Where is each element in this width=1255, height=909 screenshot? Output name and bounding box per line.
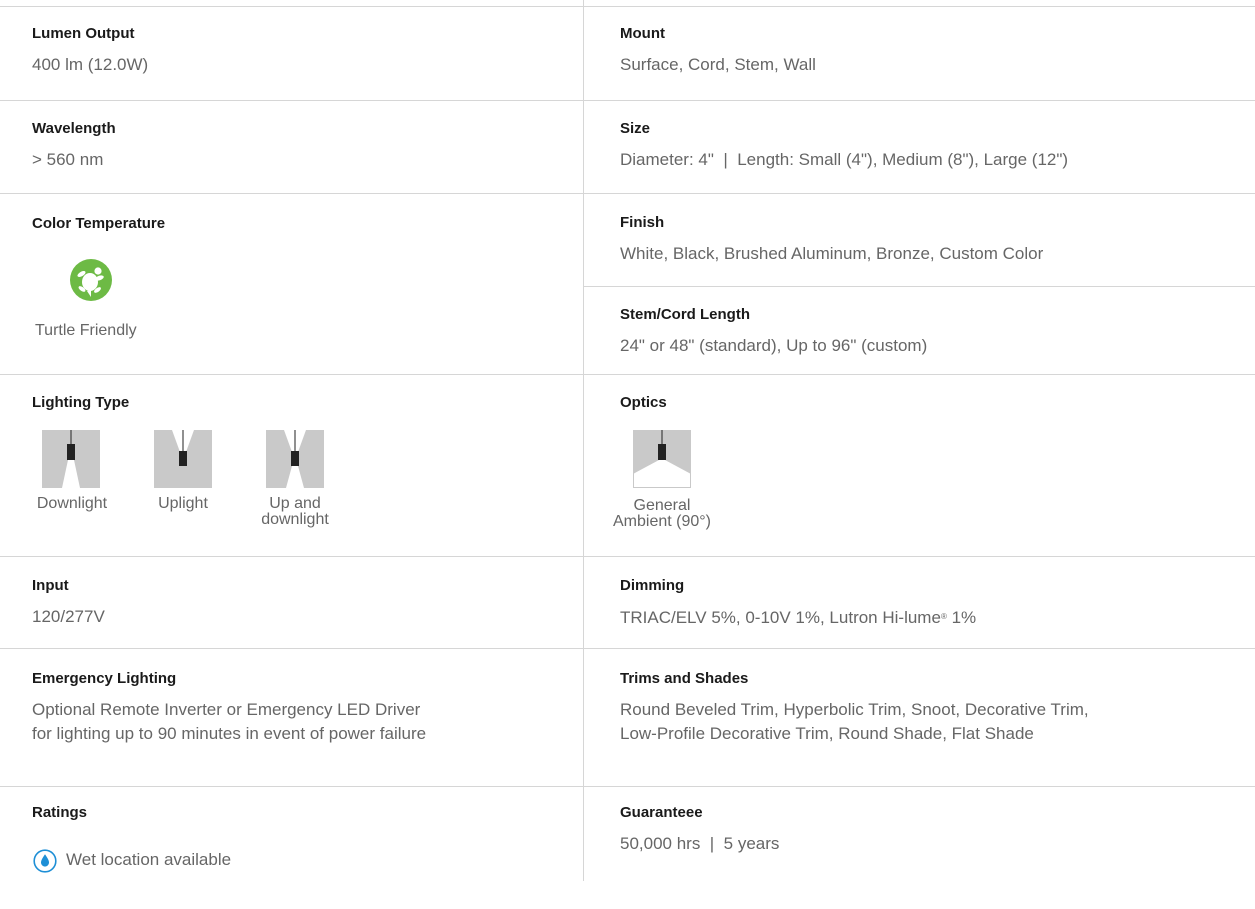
spec-label: Input [32, 577, 69, 594]
spec-label: Lighting Type [32, 394, 130, 411]
caption-line: Up and [269, 495, 321, 512]
divider-row-1 [0, 100, 1255, 101]
value-line: Low-Profile Decorative Trim, Round Shade… [620, 724, 1034, 743]
up-and-downlight-caption: Up and downlight [250, 496, 340, 528]
wet-location-text: Wet location available [66, 850, 232, 869]
spec-label: Color Temperature [32, 215, 166, 232]
up-and-downlight-icon [266, 430, 324, 488]
spec-input: Input 120/277V [32, 577, 105, 629]
spec-value: Surface, Cord, Stem, Wall [620, 55, 816, 74]
spec-size: Size Diameter: 4" | Length: Small (4"), … [620, 120, 1068, 172]
turtle-icon [70, 259, 112, 301]
divider-row-5 [0, 556, 1255, 557]
dimming-text: TRIAC/ELV 5%, 0-10V 1%, Lutron Hi-lume [620, 608, 941, 627]
spec-value: Diameter: 4" | Length: Small (4"), Mediu… [620, 150, 1069, 169]
spec-guarantee: Guaranteee 50,000 hrs | 5 years [620, 804, 779, 856]
divider-row-3-right [584, 286, 1255, 287]
spec-label: Size [620, 120, 651, 137]
spec-wavelength: Wavelength > 560 nm [32, 120, 116, 172]
general-ambient-caption: General Ambient (90°) [606, 498, 718, 530]
caption-line: General [633, 497, 691, 514]
spec-value: > 560 nm [32, 150, 104, 169]
spec-color-temperature: Color Temperature [32, 215, 165, 233]
spec-stem-cord-length: Stem/Cord Length 24" or 48" (standard), … [620, 306, 927, 358]
uplight-icon [154, 430, 212, 488]
spec-label: Mount [620, 25, 665, 42]
downlight-icon [42, 430, 100, 488]
spec-emergency-lighting: Emergency Lighting Optional Remote Inver… [32, 670, 426, 746]
spec-label: Trims and Shades [620, 670, 749, 687]
value-line: Round Beveled Trim, Hyperbolic Trim, Sno… [620, 700, 1089, 719]
divider-top [0, 6, 1255, 7]
spec-mount: Mount Surface, Cord, Stem, Wall [620, 25, 816, 77]
spec-value: Round Beveled Trim, Hyperbolic Trim, Sno… [620, 698, 1089, 746]
spec-lumen-output: Lumen Output 400 lm (12.0W) [32, 25, 148, 77]
spec-label: Emergency Lighting [32, 670, 177, 687]
spec-value: 120/277V [32, 607, 105, 626]
caption-line: Ambient (90°) [613, 513, 711, 530]
spec-ratings: Ratings [32, 804, 87, 822]
divider-row-4 [0, 374, 1255, 375]
divider-column [583, 0, 584, 881]
divider-row-6 [0, 648, 1255, 649]
turtle-friendly-caption: Turtle Friendly [35, 322, 137, 339]
spec-label: Wavelength [32, 120, 116, 137]
divider-row-7 [0, 786, 1255, 787]
spec-label: Stem/Cord Length [620, 306, 750, 323]
spec-label: Lumen Output [32, 25, 135, 42]
uplight-caption: Uplight [158, 495, 208, 512]
value-line: Optional Remote Inverter or Emergency LE… [32, 700, 421, 719]
spec-label: Finish [620, 214, 665, 231]
spec-dimming: Dimming TRIAC/ELV 5%, 0-10V 1%, Lutron H… [620, 577, 976, 630]
spec-trims-and-shades: Trims and Shades Round Beveled Trim, Hyp… [620, 670, 1089, 746]
spec-value: 24" or 48" (standard), Up to 96" (custom… [620, 336, 928, 355]
spec-label: Dimming [620, 577, 685, 594]
caption-line: downlight [261, 511, 329, 528]
general-ambient-optic-icon [633, 430, 691, 488]
spec-label: Optics [620, 394, 667, 411]
downlight-caption: Downlight [36, 495, 108, 512]
spec-label: Guaranteee [620, 804, 703, 821]
water-drop-icon [33, 849, 57, 873]
dimming-text: 1% [946, 608, 977, 627]
spec-value: TRIAC/ELV 5%, 0-10V 1%, Lutron Hi-lume® … [620, 605, 976, 630]
divider-row-2 [0, 193, 1255, 194]
spec-finish: Finish White, Black, Brushed Aluminum, B… [620, 214, 1043, 266]
spec-value: White, Black, Brushed Aluminum, Bronze, … [620, 244, 1044, 263]
spec-value: 400 lm (12.0W) [32, 55, 149, 74]
spec-value: Optional Remote Inverter or Emergency LE… [32, 698, 426, 746]
value-line: for lighting up to 90 minutes in event o… [32, 724, 427, 743]
spec-label: Ratings [32, 804, 88, 821]
spec-value: 50,000 hrs | 5 years [620, 834, 780, 853]
spec-optics: Optics [620, 394, 667, 412]
spec-lighting-type: Lighting Type [32, 394, 129, 412]
